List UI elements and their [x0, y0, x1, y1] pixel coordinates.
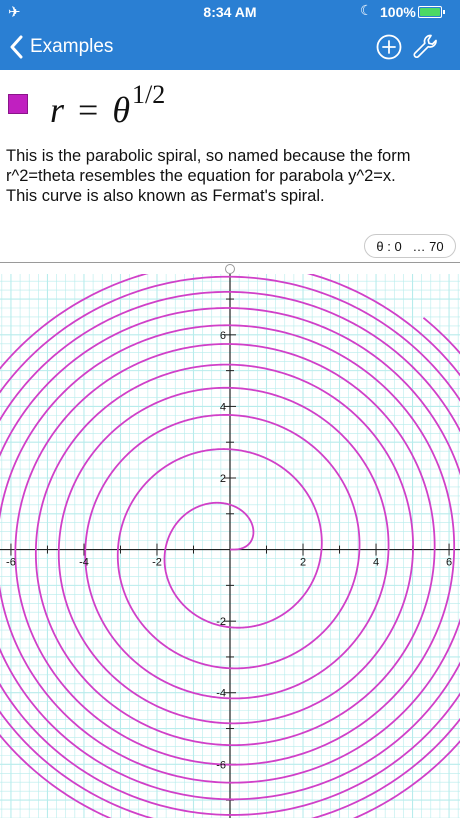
description-line: This is the parabolic spiral, so named b…	[6, 147, 411, 165]
chevron-left-icon	[10, 35, 23, 59]
formula-rhs: θ	[112, 90, 131, 130]
moon-icon: ☾	[360, 2, 373, 18]
y-tick-label: 4	[220, 401, 226, 413]
x-tick-label: 6	[446, 557, 452, 569]
formula[interactable]: r = θ1/2	[50, 80, 165, 131]
back-button[interactable]: Examples	[10, 32, 113, 62]
y-tick-label: -4	[216, 688, 226, 700]
description-line: This curve is also known as Fermat's spi…	[6, 187, 325, 205]
color-swatch[interactable]	[8, 94, 28, 114]
formula-exponent: 1/2	[132, 80, 166, 109]
x-tick-label: 4	[373, 557, 379, 569]
y-tick-label: 2	[220, 473, 226, 485]
nav-bar: Examples	[0, 24, 460, 70]
plot-svg[interactable]: -6 -4 -2 2 4 6 6 4 2 -2 -4 -6	[0, 274, 460, 818]
battery-icon	[418, 6, 442, 18]
y-tick-label: 6	[220, 330, 226, 342]
axes	[0, 274, 460, 818]
add-icon[interactable]	[376, 34, 402, 60]
graph-area[interactable]: -6 -4 -2 2 4 6 6 4 2 -2 -4 -6	[0, 274, 460, 818]
y-tick-label: -2	[216, 616, 226, 628]
wrench-icon[interactable]	[412, 33, 438, 61]
formula-lhs: r	[50, 90, 65, 130]
resize-handle[interactable]	[225, 264, 235, 274]
formula-equals: =	[78, 90, 99, 130]
description: This is the parabolic spiral, so named b…	[6, 146, 456, 206]
x-tick-label: -6	[6, 557, 16, 569]
x-tick-label: -2	[152, 557, 162, 569]
theta-range-button[interactable]: θ : 0 … 70	[364, 234, 456, 258]
x-tick-label: 2	[300, 557, 306, 569]
x-tick-label: -4	[79, 557, 89, 569]
battery-percent: 100%	[380, 4, 416, 20]
back-label: Examples	[30, 36, 114, 57]
status-bar: ✈ 8:34 AM ☾ 100%	[0, 0, 460, 24]
description-line: r^2=theta resembles the equation for par…	[6, 167, 396, 185]
theta-range-label: θ : 0 … 70	[376, 238, 444, 254]
battery-tip	[443, 10, 445, 14]
divider	[0, 262, 460, 263]
y-tick-label: -6	[216, 759, 226, 771]
